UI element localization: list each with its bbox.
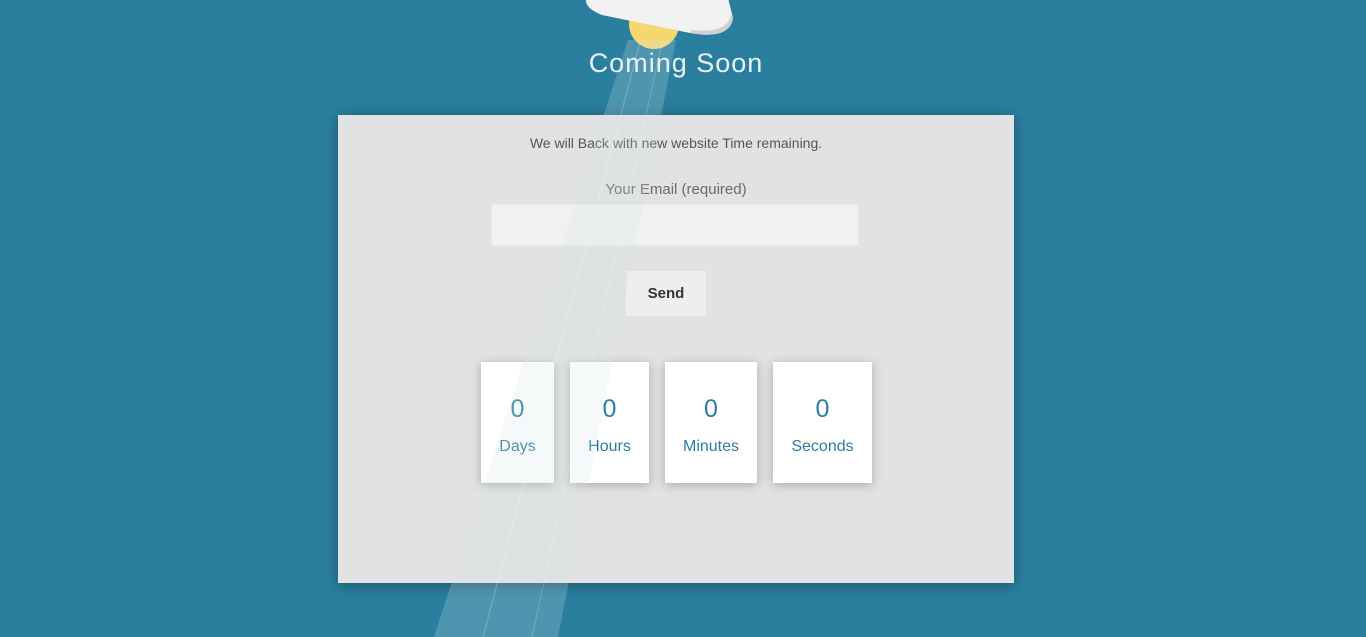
- page-title: Coming Soon: [588, 48, 764, 78]
- minutes-label: Minutes: [682, 438, 740, 455]
- seconds-value: 0: [815, 395, 830, 423]
- send-button[interactable]: Send: [626, 271, 706, 316]
- email-field[interactable]: [491, 204, 859, 246]
- countdown-seconds: 0 Seconds: [773, 362, 872, 483]
- countdown-card: We will Back with new website Time remai…: [338, 115, 1014, 583]
- days-value: 0: [510, 395, 525, 423]
- email-label: Your Email (required): [605, 181, 747, 198]
- minutes-value: 0: [704, 395, 718, 423]
- hours-label: Hours: [588, 438, 631, 455]
- countdown-minutes: 0 Minutes: [665, 362, 757, 483]
- countdown-hours: 0 Hours: [570, 362, 649, 483]
- seconds-label: Seconds: [791, 438, 854, 455]
- days-label: Days: [499, 438, 536, 455]
- lamp-shade: [585, 0, 733, 35]
- status-message: We will Back with new website Time remai…: [529, 135, 823, 151]
- hours-value: 0: [602, 395, 617, 423]
- countdown-days: 0 Days: [481, 362, 554, 483]
- lamp-shade-edge: [690, 14, 733, 35]
- light-bulb-icon: [629, 0, 679, 49]
